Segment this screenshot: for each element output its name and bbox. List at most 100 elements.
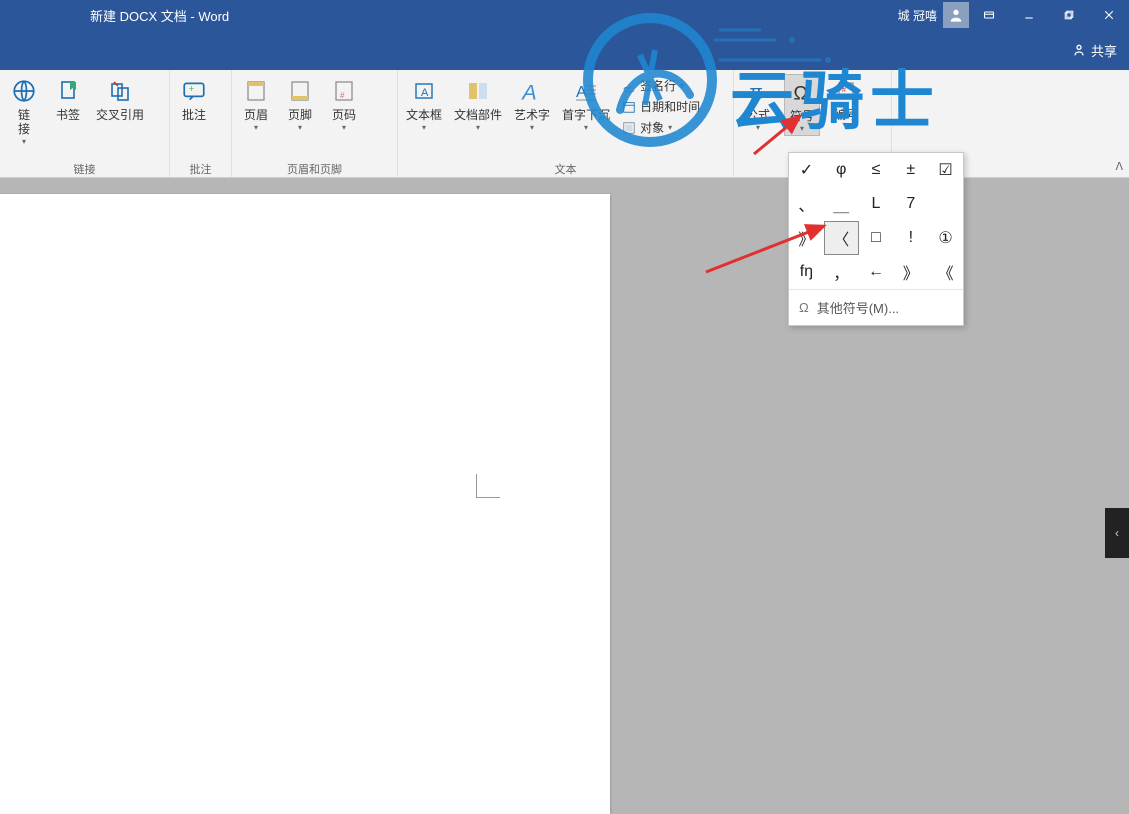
document-page[interactable]	[0, 194, 610, 814]
object-button[interactable]: 对象▾	[620, 118, 702, 137]
symbol-cell[interactable]: 》	[893, 255, 928, 289]
parts-button[interactable]: 文档部件 ▾	[452, 74, 504, 134]
symbol-cell[interactable]: !	[893, 221, 928, 255]
symbol-cell[interactable]: ±	[893, 153, 928, 187]
group-label: 链接	[0, 161, 169, 177]
pagenum-icon: #	[329, 76, 359, 106]
symbol-cell[interactable]: ←	[859, 255, 894, 289]
link-button[interactable]: 链 接 ▾	[6, 74, 42, 148]
svg-text:Ω: Ω	[793, 83, 808, 105]
datetime-button[interactable]: 日期和时间	[620, 97, 702, 116]
symbol-cell[interactable]: ，	[824, 255, 859, 289]
footer-button[interactable]: 页脚 ▾	[282, 74, 318, 134]
svg-text:#: #	[340, 91, 345, 100]
svg-text:A: A	[576, 84, 587, 101]
symbol-cell[interactable]: 、	[789, 187, 824, 221]
symbol-cell[interactable]	[928, 187, 963, 221]
titlebar-right: 城 冠嘻	[898, 0, 1129, 30]
number-icon: #	[831, 76, 861, 106]
footer-icon	[285, 76, 315, 106]
sigline-icon	[622, 79, 636, 93]
share-label: 共享	[1091, 41, 1117, 60]
object-icon	[622, 121, 636, 135]
symbol-cell[interactable]: ①	[928, 221, 963, 255]
bookmark-button[interactable]: 书签	[50, 74, 86, 124]
symbol-cell[interactable]: □	[859, 221, 894, 255]
chevron-down-icon: ▾	[298, 124, 302, 132]
pagenum-button[interactable]: # 页码 ▾	[326, 74, 362, 134]
link-icon	[9, 76, 39, 106]
symbol-cell[interactable]: ☑	[928, 153, 963, 187]
share-button[interactable]: 共享	[1071, 41, 1117, 60]
svg-text:#: #	[842, 87, 846, 94]
symbol-cell[interactable]: 》	[789, 221, 824, 255]
equation-icon: π	[743, 76, 773, 106]
svg-text:A: A	[520, 80, 536, 104]
symbol-cell[interactable]: fŋ	[789, 255, 824, 289]
group-headerfooter: 页眉 ▾ 页脚 ▾ # 页码 ▾ 页眉和页脚	[232, 70, 398, 177]
more-symbols-label: 其他符号(M)...	[817, 298, 899, 317]
svg-text:A: A	[421, 87, 429, 99]
symbol-dropdown: ✓φ≤±☑、＿L7》〈□!①fŋ，←》《 Ω 其他符号(M)...	[788, 152, 964, 326]
group-label: 页眉和页脚	[232, 161, 397, 177]
comment-button[interactable]: + 批注	[176, 74, 212, 124]
group-text: A 文本框 ▾ 文档部件 ▾ A 艺术字 ▾ A	[398, 70, 734, 177]
titlebar: 新建 DOCX 文档 - Word 城 冠嘻	[0, 0, 1129, 30]
wordart-icon: A	[517, 76, 547, 106]
chevron-down-icon: ▾	[22, 138, 26, 146]
window-title: 新建 DOCX 文档 - Word	[90, 6, 229, 25]
chevron-down-icon: ▾	[254, 124, 258, 132]
crossref-icon	[105, 76, 135, 106]
user-icon	[948, 7, 964, 23]
close-button[interactable]	[1089, 0, 1129, 30]
symbol-button[interactable]: Ω 符号 ▾	[784, 74, 820, 136]
textbox-icon: A	[409, 76, 439, 106]
crossref-button[interactable]: 交叉引用	[94, 74, 146, 124]
tabs-row: 共享	[0, 30, 1129, 70]
side-panel-toggle[interactable]: ‹	[1105, 508, 1129, 558]
chevron-down-icon: ▾	[422, 124, 426, 132]
parts-icon	[463, 76, 493, 106]
equation-button[interactable]: π 公式 ▾	[740, 74, 776, 134]
symbol-cell[interactable]: 《	[928, 255, 963, 289]
symbol-cell[interactable]: L	[859, 187, 894, 221]
dropcap-icon: A	[571, 76, 601, 106]
svg-text:+: +	[189, 84, 195, 95]
symbol-grid: ✓φ≤±☑、＿L7》〈□!①fŋ，←》《	[789, 153, 963, 289]
restore-button[interactable]	[1049, 0, 1089, 30]
symbol-icon: Ω	[787, 77, 817, 107]
textbox-button[interactable]: A 文本框 ▾	[404, 74, 444, 134]
minimize-button[interactable]	[1009, 0, 1049, 30]
sigline-button[interactable]: 签名行▾	[620, 76, 702, 95]
chevron-down-icon: ▾	[584, 124, 588, 132]
symbol-cell[interactable]: 〈	[824, 221, 859, 255]
ribbon-options-button[interactable]	[969, 0, 1009, 30]
chevron-down-icon: ▾	[342, 124, 346, 132]
chevron-down-icon: ▾	[476, 124, 480, 132]
wordart-button[interactable]: A 艺术字 ▾	[512, 74, 552, 134]
avatar[interactable]	[943, 2, 969, 28]
group-label: 批注	[170, 161, 231, 177]
symbol-cell[interactable]: 7	[893, 187, 928, 221]
group-links: 链 接 ▾ 书签 交叉引用 链接	[0, 70, 170, 177]
dropcap-button[interactable]: A 首字下沉 ▾	[560, 74, 612, 134]
number-button[interactable]: # 编号	[828, 74, 864, 124]
comment-icon: +	[179, 76, 209, 106]
symbol-cell[interactable]: φ	[824, 153, 859, 187]
user-name: 城 冠嘻	[898, 7, 937, 24]
omega-icon: Ω	[799, 300, 809, 315]
svg-text:π: π	[749, 82, 762, 104]
symbol-cell[interactable]: ✓	[789, 153, 824, 187]
group-comments: + 批注 批注	[170, 70, 232, 177]
symbol-cell[interactable]: ≤	[859, 153, 894, 187]
more-symbols-button[interactable]: Ω 其他符号(M)...	[789, 289, 963, 325]
collapse-ribbon-button[interactable]: ᐱ	[1115, 160, 1123, 173]
symbol-cell[interactable]: ＿	[824, 187, 859, 221]
page-margin-mark	[476, 474, 500, 498]
chevron-down-icon: ▾	[800, 125, 804, 133]
share-icon	[1071, 42, 1087, 58]
bookmark-icon	[53, 76, 83, 106]
header-button[interactable]: 页眉 ▾	[238, 74, 274, 134]
header-icon	[241, 76, 271, 106]
chevron-down-icon: ▾	[530, 124, 534, 132]
